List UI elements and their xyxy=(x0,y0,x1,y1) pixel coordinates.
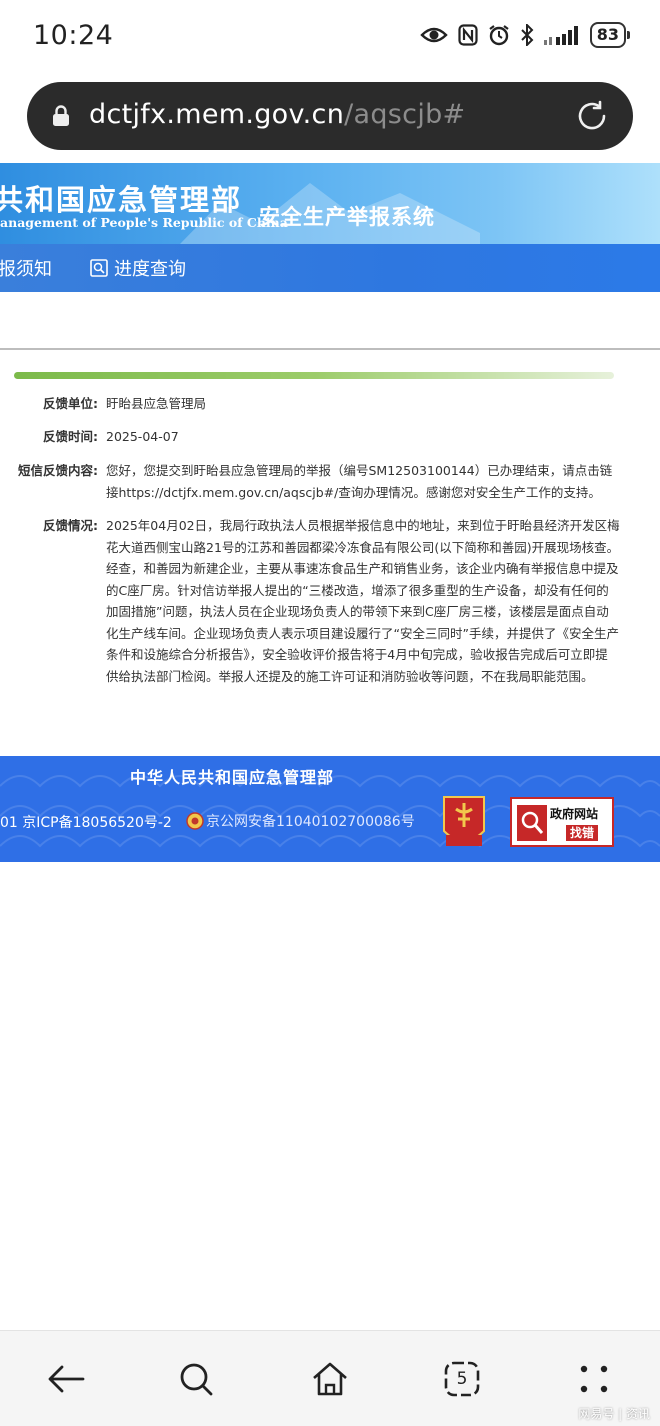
menu-dots-icon xyxy=(580,1365,608,1393)
battery-tip xyxy=(627,31,630,39)
watermark: 网易号 | 资讯 xyxy=(578,1407,650,1421)
search-doc-icon xyxy=(90,259,108,277)
system-title: 安全生产举报系统 xyxy=(259,205,435,229)
gov-site-label: 政府网站 xyxy=(550,807,599,821)
divider-line xyxy=(0,348,660,350)
site-nav: 报须知 进度查询 xyxy=(0,244,660,292)
status-bar: 10:24 83 xyxy=(0,0,660,78)
feedback-unit-value: 盱眙县应急管理局 xyxy=(106,396,207,411)
feedback-time-value: 2025-04-07 xyxy=(106,429,179,444)
icp-license-link[interactable]: 01 京ICP备18056520号-2 xyxy=(0,812,172,832)
signal-icon xyxy=(543,26,578,45)
nav-item-notice[interactable]: 报须知 xyxy=(0,255,52,281)
ministry-name-cn: 共和国应急管理部 xyxy=(0,183,243,217)
battery-indicator: 83 xyxy=(589,22,630,48)
bluetooth-icon xyxy=(521,24,534,46)
feedback-status-label: 反馈情况: xyxy=(43,518,98,533)
police-emblem-icon xyxy=(186,812,204,830)
search-icon xyxy=(180,1363,213,1396)
tab-count: 5 xyxy=(456,1369,468,1389)
feedback-status-value: 2025年04月02日，我局行政执法人员根据举报信息中的地址，来到位于盱眙县经济… xyxy=(106,518,620,684)
site-footer: 中华人民共和国应急管理部 01 京ICP备18056520号-2 京公网安备11… xyxy=(0,756,660,862)
url-text[interactable]: dctjfx.mem.gov.cn/aqscjb# xyxy=(89,99,465,130)
magnifier-icon xyxy=(517,805,547,841)
menu-button[interactable] xyxy=(574,1359,614,1399)
status-icons: 83 xyxy=(420,22,630,48)
lock-icon xyxy=(53,105,69,126)
url-path: /aqscjb# xyxy=(344,99,466,130)
eye-icon xyxy=(420,27,448,43)
home-icon xyxy=(313,1362,347,1396)
police-record-text: 京公网安备11040102700086号 xyxy=(206,814,415,830)
site-header: 共和国应急管理部 anagement of People's Republic … xyxy=(0,163,660,244)
feedback-sms-value: 您好，您提交到盱眙县应急管理局的举报（编号SM12503100144）已办理结束… xyxy=(106,463,613,500)
nav-item-progress[interactable]: 进度查询 xyxy=(90,255,186,281)
nav-item-progress-label: 进度查询 xyxy=(114,259,186,280)
url-bar[interactable]: dctjfx.mem.gov.cn/aqscjb# xyxy=(27,82,633,150)
gov-site-error-report-button[interactable]: 政府网站 找错 xyxy=(510,797,614,847)
police-record-link[interactable]: 京公网安备11040102700086号 xyxy=(186,811,415,831)
home-button[interactable] xyxy=(310,1359,350,1399)
tabs-button[interactable]: 5 xyxy=(442,1359,482,1399)
reload-icon[interactable] xyxy=(575,99,609,133)
party-govt-badge-icon[interactable] xyxy=(440,793,488,851)
nfc-icon xyxy=(458,24,478,46)
status-time: 10:24 xyxy=(33,20,114,51)
back-arrow-icon xyxy=(48,1365,85,1393)
url-domain: dctjfx.mem.gov.cn xyxy=(89,99,345,130)
battery-level: 83 xyxy=(589,22,626,48)
feedback-time-label: 反馈时间: xyxy=(43,429,98,444)
ministry-name-en: anagement of People's Republic of China xyxy=(0,215,288,230)
find-error-label: 找错 xyxy=(566,825,599,841)
search-button[interactable] xyxy=(176,1359,216,1399)
feedback-sms-label: 短信反馈内容: xyxy=(18,463,98,478)
browser-bottom-bar: 5 xyxy=(0,1330,660,1426)
feedback-unit-label: 反馈单位: xyxy=(43,396,98,411)
section-accent-bar xyxy=(14,372,614,379)
footer-title: 中华人民共和国应急管理部 xyxy=(130,768,335,787)
alarm-icon xyxy=(489,25,509,46)
back-button[interactable] xyxy=(46,1359,86,1399)
